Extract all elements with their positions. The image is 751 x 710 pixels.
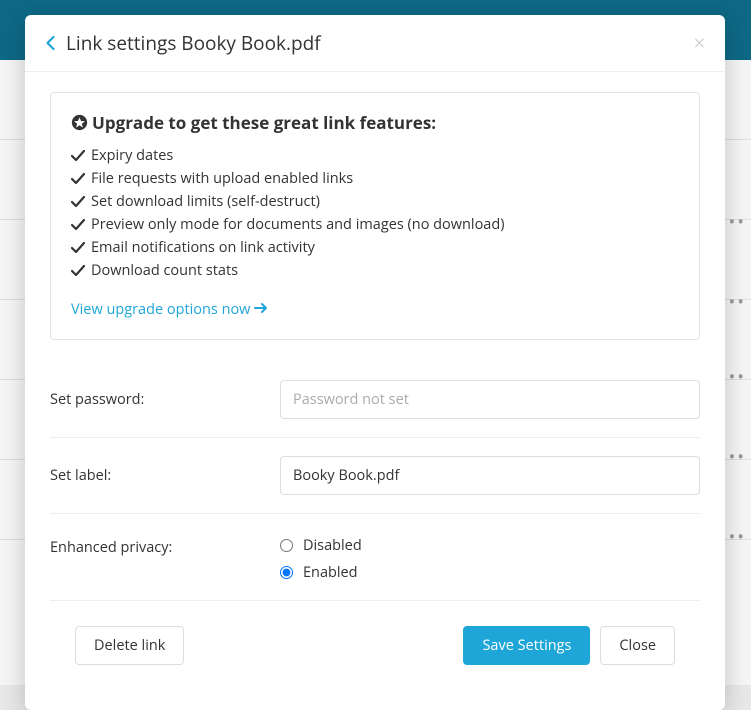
save-settings-button[interactable]: Save Settings xyxy=(463,626,590,665)
password-label: Set password: xyxy=(50,390,280,409)
star-icon xyxy=(71,114,88,131)
check-icon xyxy=(71,150,85,162)
privacy-enabled-radio[interactable] xyxy=(280,566,293,579)
feature-item: Preview only mode for documents and imag… xyxy=(71,213,679,236)
delete-link-button[interactable]: Delete link xyxy=(75,626,184,665)
modal-header: Link settings Booky Book.pdf × xyxy=(25,15,725,72)
close-button[interactable]: Close xyxy=(600,626,675,665)
feature-list: Expiry dates File requests with upload e… xyxy=(71,144,679,282)
feature-item: File requests with upload enabled links xyxy=(71,167,679,190)
privacy-label: Enhanced privacy: xyxy=(50,536,280,557)
feature-item: Expiry dates xyxy=(71,144,679,167)
privacy-row: Enhanced privacy: Disabled Enabled xyxy=(50,514,700,601)
close-icon[interactable]: × xyxy=(694,33,705,53)
check-icon xyxy=(71,265,85,277)
arrow-right-icon xyxy=(254,300,268,319)
privacy-enabled-option[interactable]: Enabled xyxy=(280,563,700,582)
upgrade-heading-text: Upgrade to get these great link features… xyxy=(92,111,436,134)
upgrade-heading: Upgrade to get these great link features… xyxy=(71,111,679,134)
modal-title: Link settings Booky Book.pdf xyxy=(66,30,694,56)
password-input[interactable] xyxy=(280,380,700,419)
password-row: Set password: xyxy=(50,362,700,438)
feature-item: Set download limits (self-destruct) xyxy=(71,190,679,213)
label-input[interactable] xyxy=(280,456,700,495)
check-icon xyxy=(71,219,85,231)
privacy-disabled-option[interactable]: Disabled xyxy=(280,536,700,555)
modal-footer: Delete link Save Settings Close xyxy=(50,601,700,690)
upgrade-panel: Upgrade to get these great link features… xyxy=(50,92,700,340)
privacy-disabled-radio[interactable] xyxy=(280,539,293,552)
upgrade-cta-link[interactable]: View upgrade options now xyxy=(71,300,268,319)
link-settings-modal: Link settings Booky Book.pdf × Upgrade t… xyxy=(25,15,725,710)
label-row: Set label: xyxy=(50,438,700,514)
feature-item: Email notifications on link activity xyxy=(71,236,679,259)
check-icon xyxy=(71,196,85,208)
check-icon xyxy=(71,242,85,254)
check-icon xyxy=(71,173,85,185)
label-label: Set label: xyxy=(50,466,280,485)
back-chevron-icon[interactable] xyxy=(45,35,56,51)
feature-item: Download count stats xyxy=(71,259,679,282)
